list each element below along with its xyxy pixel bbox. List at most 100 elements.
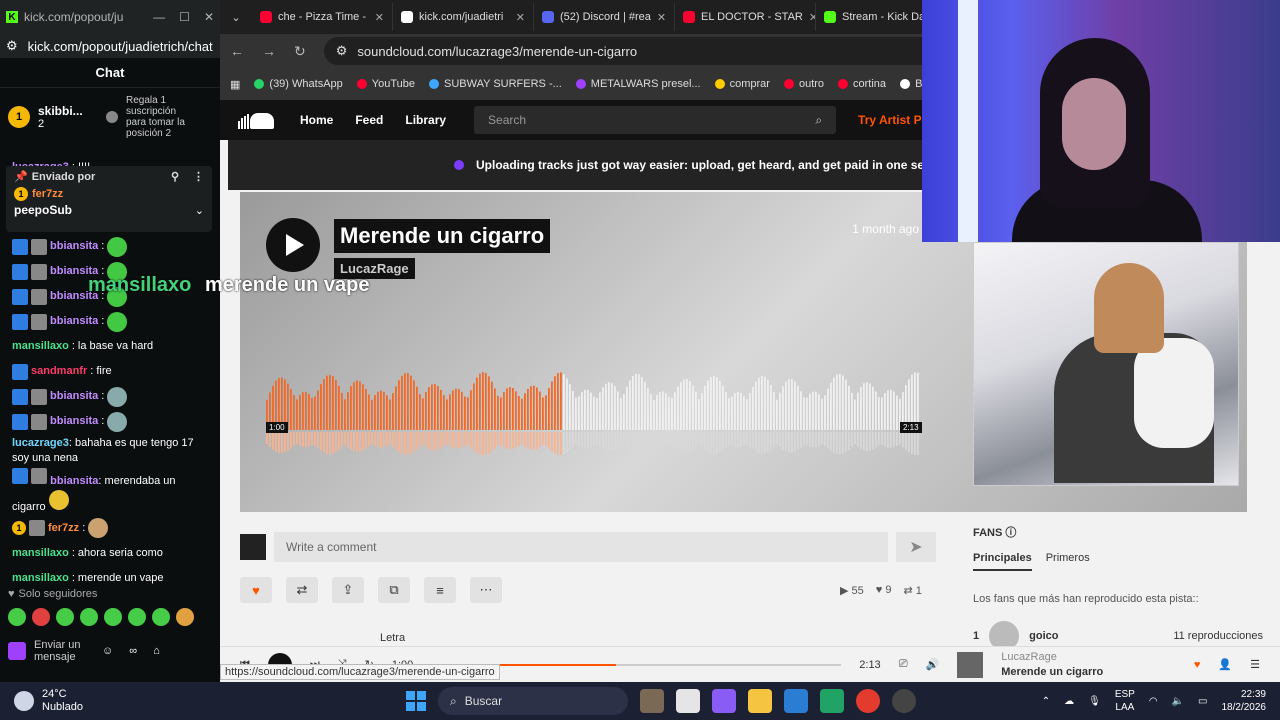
- obs-icon[interactable]: [892, 689, 916, 713]
- emoji-icon[interactable]: ☺: [102, 645, 113, 657]
- bookmark[interactable]: cortina: [838, 78, 886, 90]
- volume-icon[interactable]: 🔈: [1172, 696, 1184, 707]
- like-button[interactable]: ♥: [240, 577, 272, 603]
- nav-library[interactable]: Library: [405, 113, 446, 127]
- repost-button[interactable]: ⇄: [286, 577, 318, 603]
- commands-icon[interactable]: ∞: [129, 645, 137, 657]
- cloud-sync-icon[interactable]: ☁: [1064, 696, 1074, 707]
- taskbar-search[interactable]: ⌕ Buscar: [438, 687, 628, 715]
- nav-home[interactable]: Home: [300, 113, 333, 127]
- tab-item[interactable]: kick.com/juadietri ✕: [393, 3, 534, 31]
- chat-username[interactable]: mansillaxo: [12, 546, 69, 561]
- play-button[interactable]: [266, 218, 320, 272]
- microphone-icon[interactable]: [8, 642, 26, 660]
- send-comment-icon[interactable]: ➤: [896, 532, 936, 562]
- waveform[interactable]: [266, 372, 920, 462]
- player-like-icon[interactable]: ♥: [1194, 659, 1201, 671]
- widgets-icon[interactable]: [640, 689, 664, 713]
- minimize-button[interactable]: —: [153, 10, 165, 24]
- share-button[interactable]: ⇪: [332, 577, 364, 603]
- tab-search-icon[interactable]: ⌄: [220, 11, 252, 24]
- chevron-up-icon[interactable]: ⌃: [1042, 696, 1050, 707]
- gift-leaderboard[interactable]: 1 skibbi... 2 Regala 1 suscripción para …: [0, 88, 220, 146]
- pinned-message[interactable]: 📌 Enviado por ⚲ ⋮ 1 fer7zz peepoSub ⌄: [6, 166, 212, 232]
- emote-icon[interactable]: [56, 608, 74, 626]
- unpin-icon[interactable]: ⚲: [171, 170, 179, 183]
- tab-item[interactable]: che - Pizza Time - ✕: [252, 3, 393, 31]
- weather-widget[interactable]: 24°C Nublado: [0, 688, 300, 714]
- bookmark[interactable]: SUBWAY SURFERS -...: [429, 78, 562, 90]
- back-icon[interactable]: ←: [230, 43, 244, 59]
- emote-icon[interactable]: [152, 608, 170, 626]
- emote-quickbar[interactable]: [8, 608, 212, 626]
- chat-input[interactable]: Enviar un mensaje: [34, 639, 94, 663]
- chat-input-box[interactable]: Enviar un mensaje ☺ ∞ ⌂: [8, 634, 212, 668]
- tab-principales[interactable]: Principales: [973, 552, 1032, 571]
- more-button[interactable]: ⋯: [470, 577, 502, 603]
- emote-icon[interactable]: [32, 608, 50, 626]
- search-icon[interactable]: ⌕: [815, 113, 822, 128]
- word-icon[interactable]: [784, 689, 808, 713]
- wifi-icon[interactable]: ◠: [1149, 696, 1158, 707]
- bookmark[interactable]: outro: [783, 78, 824, 90]
- tab-item[interactable]: (52) Discord | #rea ✕: [534, 3, 675, 31]
- store-icon[interactable]: ⌂: [153, 645, 160, 657]
- chat-username[interactable]: bbiansita: [50, 239, 98, 254]
- site-settings-icon[interactable]: ⚙: [6, 38, 18, 54]
- copy-link-button[interactable]: ⧉: [378, 577, 410, 603]
- player-artwork[interactable]: [957, 651, 984, 678]
- more-options-icon[interactable]: ⋮: [193, 170, 204, 183]
- emote-icon[interactable]: [104, 608, 122, 626]
- tab-primeros[interactable]: Primeros: [1046, 552, 1090, 571]
- close-button[interactable]: ✕: [204, 10, 214, 24]
- add-to-playlist-button[interactable]: ≡: [424, 577, 456, 603]
- tab-item[interactable]: EL DOCTOR - STAR ✕: [675, 3, 816, 31]
- site-info-icon[interactable]: ⚙: [336, 43, 348, 59]
- chat-username[interactable]: mansillaxo: [12, 339, 69, 354]
- nav-feed[interactable]: Feed: [355, 113, 383, 127]
- close-tab-icon[interactable]: ✕: [516, 11, 525, 24]
- chat-username[interactable]: sandmanfr: [31, 364, 87, 379]
- chat-username[interactable]: bbiansita: [50, 389, 98, 404]
- chat-username[interactable]: bbiansita: [50, 314, 98, 329]
- language-indicator[interactable]: ESP LAA: [1115, 688, 1135, 714]
- kick-url-bar[interactable]: ⚙ kick.com/popout/juadietrich/chat: [0, 34, 220, 58]
- copilot-icon[interactable]: [712, 689, 736, 713]
- bookmark[interactable]: METALWARS presel...: [575, 78, 701, 90]
- info-icon[interactable]: ⓘ: [1005, 527, 1016, 539]
- close-tab-icon[interactable]: ✕: [375, 11, 384, 24]
- cast-icon[interactable]: ⎚: [899, 658, 908, 671]
- chevron-down-icon[interactable]: ⌄: [195, 204, 204, 217]
- chat-username[interactable]: bbiansita: [50, 475, 98, 487]
- emote-icon[interactable]: [176, 608, 194, 626]
- chat-username[interactable]: fer7zz: [48, 521, 79, 536]
- search-input[interactable]: Search ⌕: [474, 106, 837, 134]
- bookmark[interactable]: comprar: [714, 78, 770, 90]
- volume-icon[interactable]: 🔊: [926, 658, 940, 671]
- start-button[interactable]: [406, 691, 426, 711]
- player-artist[interactable]: LucazRage: [1001, 650, 1103, 664]
- close-tab-icon[interactable]: ✕: [809, 11, 815, 24]
- file-explorer-icon[interactable]: [748, 689, 772, 713]
- emote-icon[interactable]: [80, 608, 98, 626]
- follow-icon[interactable]: 👤: [1218, 658, 1232, 671]
- comment-input[interactable]: Write a comment: [274, 532, 888, 562]
- chat-username[interactable]: mansillaxo: [12, 571, 69, 586]
- clock[interactable]: 22:39 18/2/2026: [1222, 688, 1267, 714]
- mic-icon[interactable]: 🎙: [1088, 696, 1101, 707]
- queue-icon[interactable]: ☰: [1250, 658, 1260, 671]
- bookmark[interactable]: YouTube: [356, 78, 415, 90]
- close-tab-icon[interactable]: ✕: [657, 11, 666, 24]
- battery-icon[interactable]: ▭: [1198, 696, 1207, 707]
- player-title[interactable]: Merende un cigarro: [1001, 665, 1103, 679]
- apps-icon[interactable]: ▦: [230, 78, 240, 91]
- emote-icon[interactable]: [8, 608, 26, 626]
- task-view-icon[interactable]: [676, 689, 700, 713]
- chat-username[interactable]: lucazrage3: [12, 437, 69, 449]
- bookmark[interactable]: (39) WhatsApp: [254, 78, 343, 90]
- maximize-button[interactable]: ☐: [179, 10, 190, 24]
- chrome-icon[interactable]: [856, 689, 880, 713]
- fan-name[interactable]: goico: [1029, 630, 1058, 642]
- reload-icon[interactable]: ↻: [294, 43, 306, 60]
- emote-icon[interactable]: [128, 608, 146, 626]
